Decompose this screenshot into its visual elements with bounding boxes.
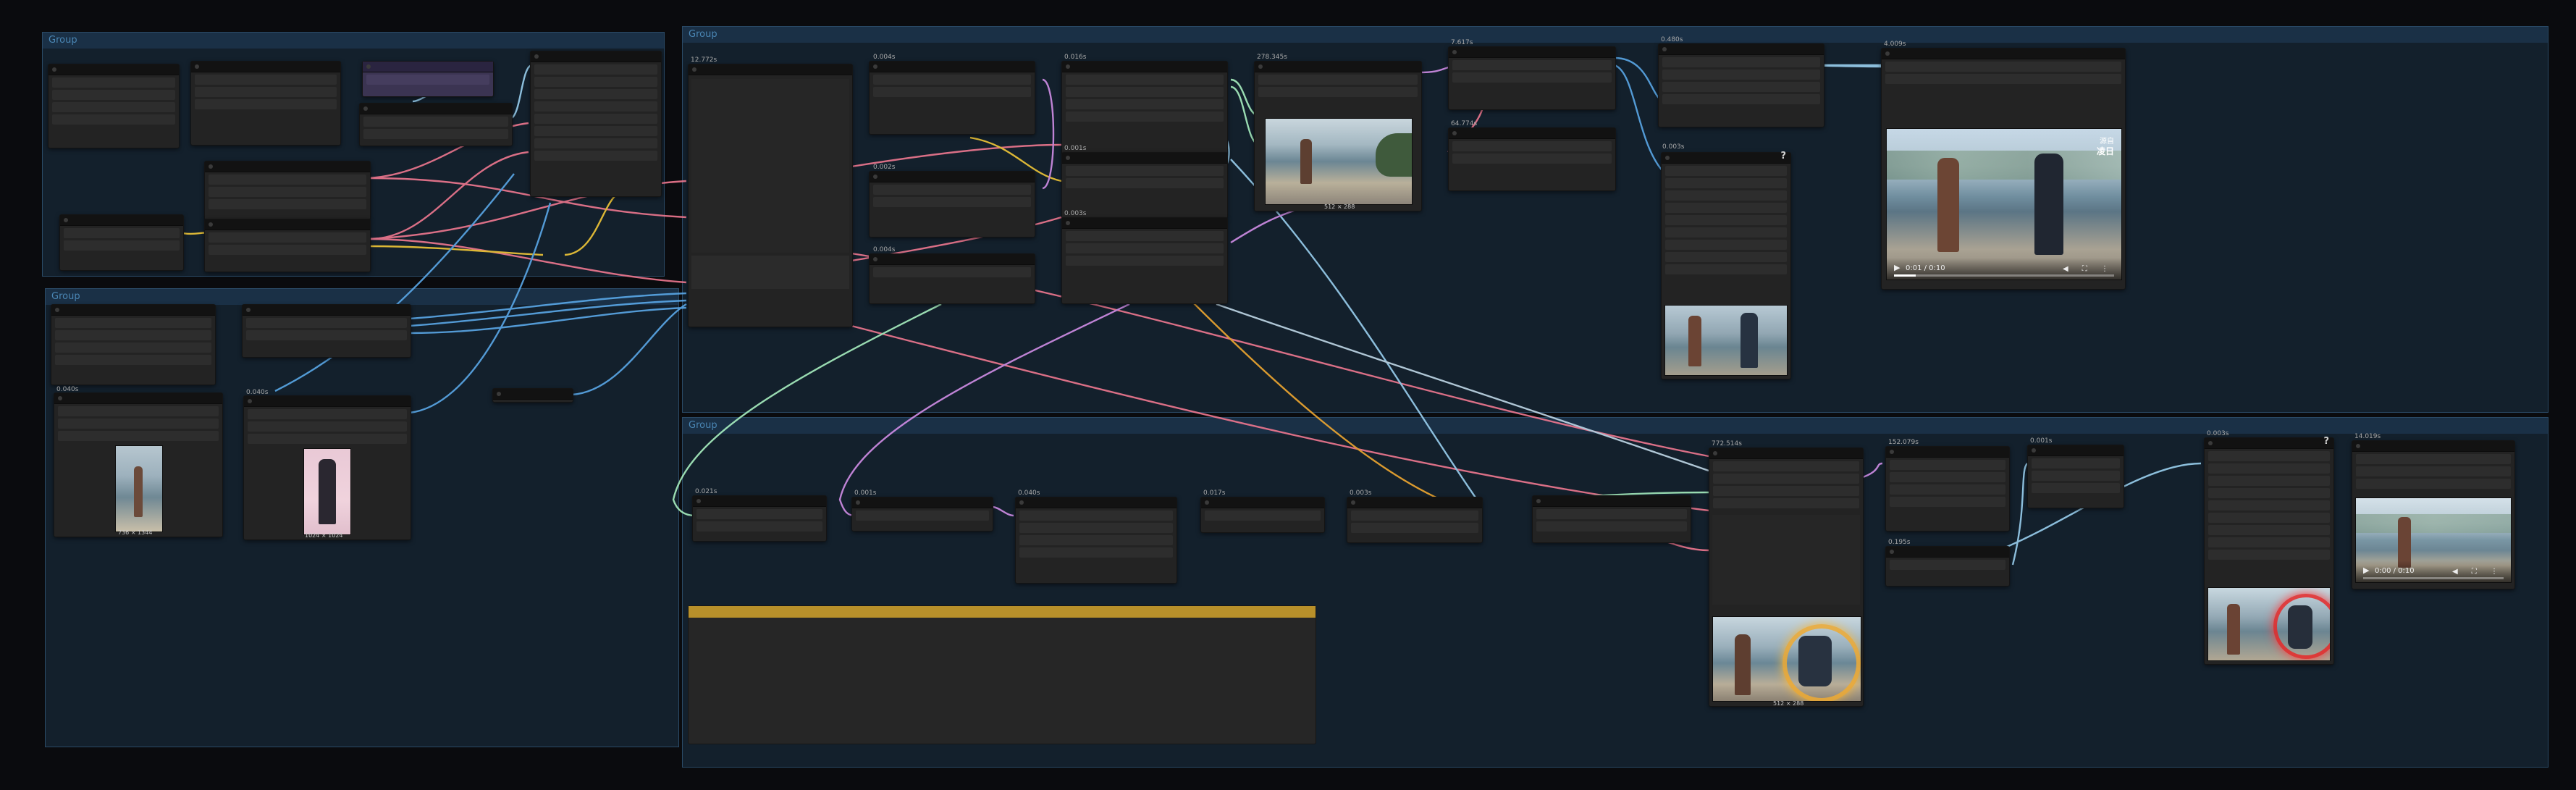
group-title: Group [43, 33, 664, 49]
help-icon[interactable]: ? [1780, 151, 1786, 161]
node-time-label: 4.009s [1884, 41, 1906, 48]
node-time-label: 0.195s [1888, 539, 1911, 546]
node[interactable] [59, 214, 184, 271]
node-time-label: 0.003s [2207, 430, 2229, 437]
image-thumbnail [115, 445, 163, 532]
video-time: 0:01 / 0:10 [1906, 264, 1945, 272]
node-selected[interactable] [362, 61, 494, 97]
node[interactable] [869, 171, 1035, 238]
node-time-label: 278.345s [1257, 54, 1287, 61]
node[interactable] [1061, 152, 1228, 219]
group-title: Group [683, 27, 2548, 43]
preview-image-node[interactable]: 512 × 288 [1254, 61, 1422, 211]
image-size-caption: 736 × 1344 [118, 529, 153, 536]
node-time-label: 0.003s [1064, 210, 1087, 217]
node-time-label: 0.001s [2030, 437, 2053, 445]
sampler-node[interactable] [688, 64, 853, 327]
node-time-label: 0.003s [1662, 143, 1685, 151]
video-progress-bar[interactable] [1894, 274, 2114, 277]
image-thumbnail [303, 448, 351, 535]
node[interactable] [2027, 445, 2124, 508]
node[interactable] [869, 253, 1035, 304]
node[interactable] [1015, 497, 1177, 584]
node[interactable] [1061, 61, 1228, 155]
node-time-label: 0.003s [1350, 489, 1372, 497]
preview-node[interactable]: ? [1661, 151, 1791, 379]
note-node[interactable] [688, 605, 1316, 744]
video-controls[interactable]: ▶ 0:01 / 0:10 ◀ ⛶ ⋮ [1887, 258, 2121, 280]
video-controls[interactable]: ▶ 0:00 / 0:10 ◀ ⛶ ⋮ [2356, 560, 2511, 582]
node-time-label: 772.514s [1712, 440, 1742, 447]
node[interactable] [1347, 497, 1483, 543]
play-icon[interactable]: ▶ [1894, 263, 1900, 272]
node[interactable] [51, 304, 216, 385]
note-header [689, 606, 1316, 618]
node[interactable] [1885, 546, 2010, 587]
preview-image [1265, 118, 1413, 205]
node-time-label: 152.079s [1888, 439, 1919, 446]
image-size-caption: 512 × 288 [1324, 203, 1355, 210]
load-image-node[interactable]: 1024 × 1024 [243, 395, 411, 540]
node[interactable] [242, 304, 411, 358]
progress-fill [1894, 274, 1916, 277]
preview-image [2207, 587, 2331, 661]
preview-image [1712, 616, 1861, 702]
node-time-label: 0.016s [1064, 54, 1087, 61]
video-player[interactable]: ▶ 0:00 / 0:10 ◀ ⛶ ⋮ [2355, 497, 2512, 583]
node-time-label: 0.040s [1018, 489, 1040, 497]
group-title: Group [683, 418, 2548, 434]
node[interactable] [190, 61, 341, 146]
video-time: 0:00 / 0:10 [2375, 567, 2415, 575]
node-time-label: 0.004s [873, 54, 896, 61]
volume-fullscreen-icons[interactable]: ◀ ⛶ ⋮ [2063, 265, 2114, 273]
node[interactable] [1885, 446, 2010, 531]
node[interactable] [869, 61, 1035, 135]
node[interactable] [851, 497, 993, 531]
video-badge: 源自 [2100, 138, 2114, 146]
node[interactable] [492, 388, 573, 403]
help-icon[interactable]: ? [2323, 436, 2329, 447]
play-icon[interactable]: ▶ [2363, 566, 2369, 575]
node-time-label: 0.004s [873, 246, 896, 253]
node-time-label: 0.002s [873, 164, 896, 171]
volume-fullscreen-icons[interactable]: ◀ ⛶ ⋮ [2452, 568, 2504, 576]
node[interactable] [1200, 497, 1325, 533]
node[interactable] [359, 103, 513, 146]
node[interactable] [204, 219, 371, 272]
node-time-label: 12.772s [691, 56, 717, 64]
node-time-label: 0.001s [1064, 145, 1087, 152]
node[interactable] [1532, 495, 1691, 543]
node[interactable] [1658, 43, 1824, 127]
video-badge: 凌日 [2096, 146, 2114, 156]
node[interactable] [1448, 46, 1616, 110]
node[interactable] [1061, 217, 1228, 304]
node-time-label: 0.017s [1203, 489, 1226, 497]
video-preview-node[interactable]: 源自 凌日 ▶ 0:01 / 0:10 ◀ ⛶ ⋮ [1881, 48, 2126, 290]
node[interactable] [692, 495, 827, 542]
video-preview-node[interactable]: ▶ 0:00 / 0:10 ◀ ⛶ ⋮ [2352, 440, 2515, 589]
image-size-caption: 512 × 288 [1773, 700, 1804, 707]
preview-image [1664, 305, 1788, 376]
node-time-label: 14.019s [2354, 433, 2381, 440]
node[interactable] [204, 161, 371, 220]
load-image-node[interactable]: 736 × 1344 [54, 392, 223, 537]
node-time-label: 7.617s [1451, 39, 1473, 46]
node-time-label: 0.021s [695, 488, 717, 495]
node[interactable] [530, 51, 662, 197]
group-title: Group [46, 289, 678, 305]
sampler-preview-node[interactable]: 512 × 288 [1709, 447, 1864, 707]
preview-node[interactable]: ? [2204, 436, 2334, 665]
video-progress-bar[interactable] [2363, 577, 2504, 579]
image-size-caption: 1024 × 1024 [305, 532, 343, 539]
node-time-label: 0.001s [854, 489, 877, 497]
video-player[interactable]: 源自 凌日 ▶ 0:01 / 0:10 ◀ ⛶ ⋮ [1886, 128, 2122, 280]
node[interactable] [1448, 127, 1616, 191]
node-time-label: 0.480s [1661, 36, 1683, 43]
node[interactable] [48, 64, 180, 148]
node-time-label: 64.774s [1451, 120, 1478, 127]
